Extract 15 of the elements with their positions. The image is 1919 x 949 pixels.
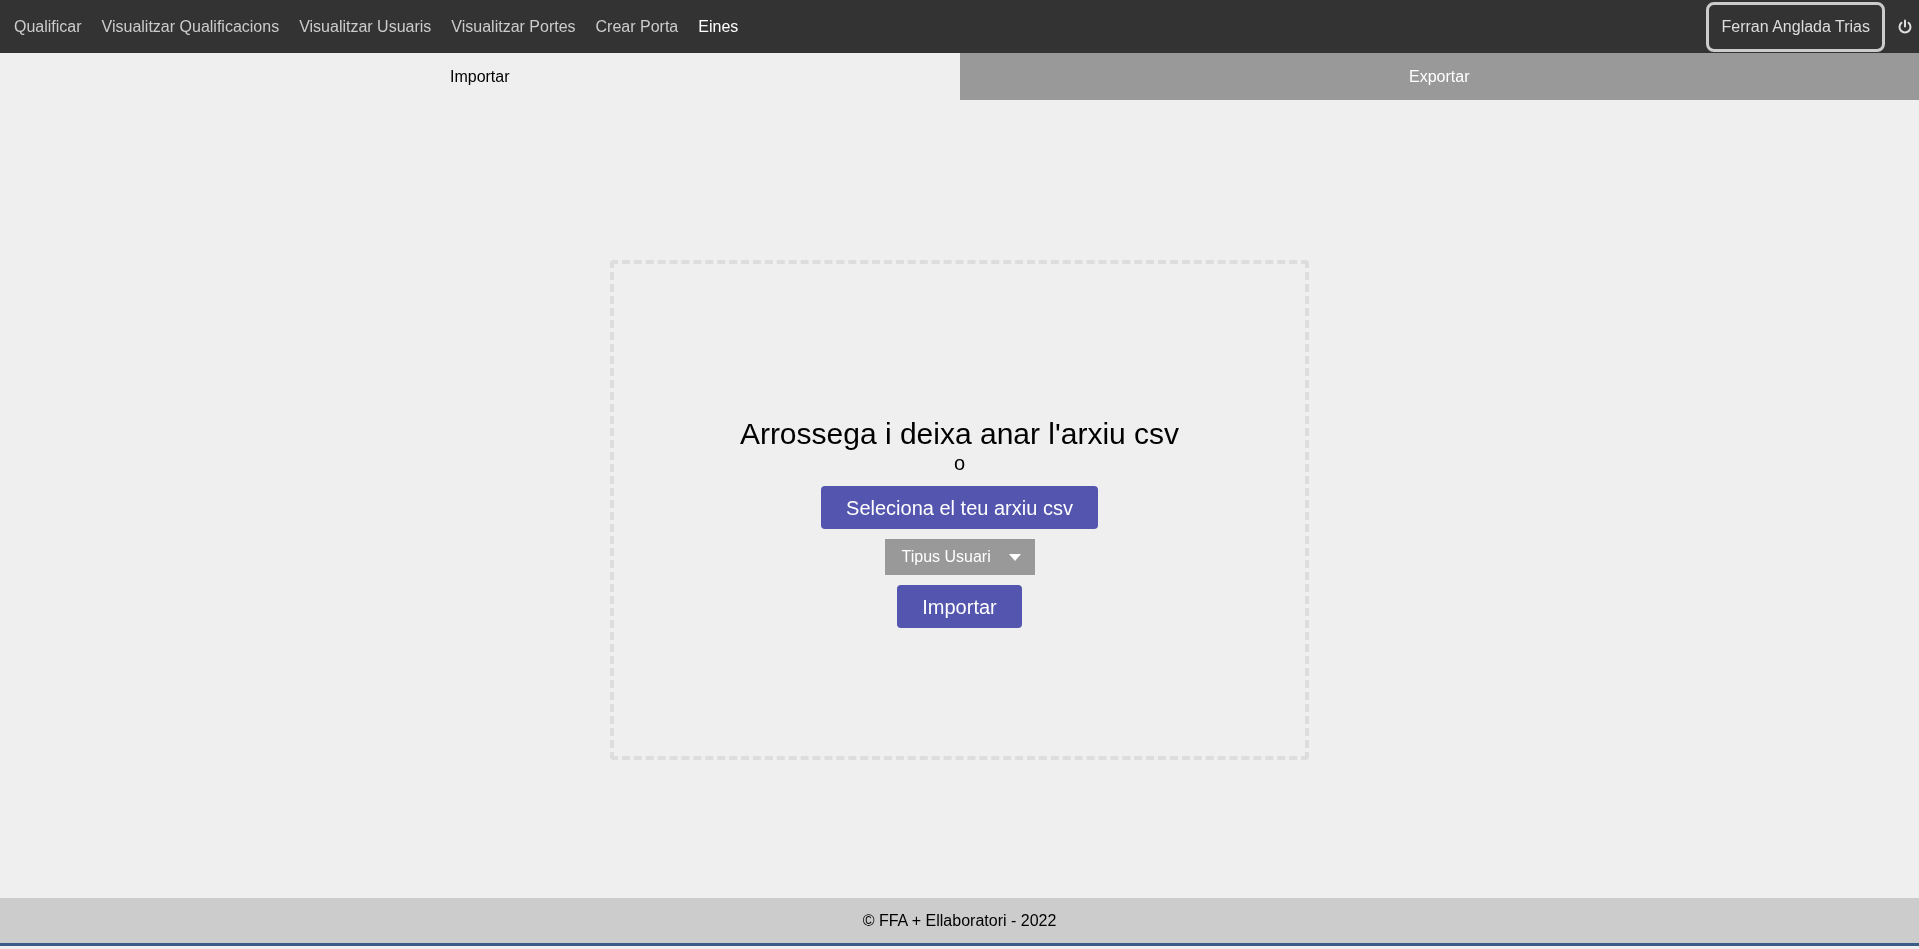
- drop-heading: Arrossega i deixa anar l'arxiu csv: [739, 416, 1180, 452]
- caret-icon: [1008, 553, 1021, 561]
- separator-text: o: [953, 452, 966, 474]
- nav-link[interactable]: Qualificar: [4, 14, 92, 39]
- import-button[interactable]: Importar: [897, 585, 1022, 628]
- drop-zone[interactable]: Arrossega i deixa anar l'arxiu csv o Seleciona el teu arxiu csv Tipus Usuari Importar: [610, 260, 1309, 760]
- nav-link[interactable]: Visualitzar Qualificacions: [91, 14, 290, 39]
- nav-link[interactable]: Eines: [688, 14, 749, 39]
- power-icon[interactable]: [1897, 18, 1913, 35]
- nav-link[interactable]: Visualitzar Usuaris: [289, 14, 442, 39]
- nav-link[interactable]: Visualitzar Portes: [441, 14, 586, 39]
- select-file-button[interactable]: Seleciona el teu arxiu csv: [821, 486, 1098, 529]
- nav-link[interactable]: Crear Porta: [585, 14, 689, 39]
- user-button[interactable]: Ferran Anglada Trias: [1706, 1, 1885, 52]
- footer-text: © FFA + Ellaboratori - 2022: [862, 910, 1057, 931]
